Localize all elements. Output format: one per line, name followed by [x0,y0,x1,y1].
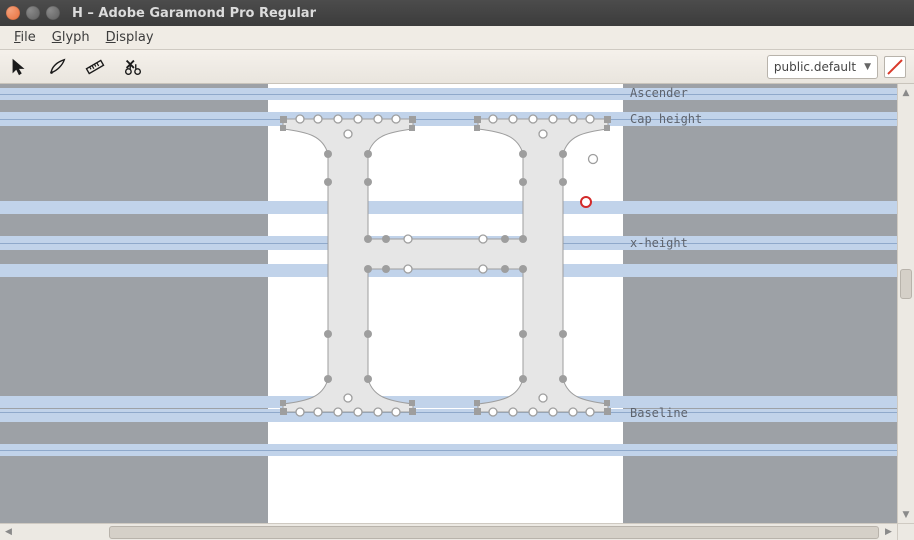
metric-line-descender [0,450,897,451]
stroke-swatch[interactable] [884,56,906,78]
metric-line-cap-height [0,119,897,120]
metric-line-xheight [0,243,897,244]
metric-band-mid [0,264,897,277]
scroll-right-arrow-icon[interactable]: ▶ [880,527,897,537]
pen-tool-icon[interactable] [46,56,68,78]
window-maximize-button[interactable] [46,6,60,20]
chevron-down-icon: ▼ [864,62,871,72]
window-minimize-button[interactable] [26,6,40,20]
window-close-button[interactable] [6,6,20,20]
horizontal-scroll-thumb[interactable] [109,526,879,539]
metric-line-baseline [0,412,897,413]
menu-glyph[interactable]: Glyph [44,28,98,47]
ruler-tool-icon[interactable] [84,56,106,78]
title-bar: H – Adobe Garamond Pro Regular [0,0,914,26]
glyph-artboard [268,84,623,523]
metric-band-baseline [0,409,897,422]
window-title: H – Adobe Garamond Pro Regular [72,6,316,21]
knife-tool-icon[interactable] [122,56,144,78]
menu-bar: File Glyph Display [0,26,914,50]
pointer-tool-icon[interactable] [8,56,30,78]
metric-band-xheight-upper [0,201,897,214]
toolbar: public.default ▼ [0,50,914,84]
vertical-scrollbar[interactable]: ▲ ▼ [897,84,914,523]
horizontal-scrollbar[interactable]: ◀ ▶ [0,523,914,540]
metric-label-cap-height: Cap height [630,112,702,126]
metric-label-xheight: x-height [630,236,688,250]
metric-band-baseline-upper [0,396,897,408]
metric-line-ascender [0,94,897,95]
layer-selector-label: public.default [774,60,856,74]
metric-label-baseline: Baseline [630,406,688,420]
metric-label-ascender: Ascender [630,86,688,100]
glyph-canvas[interactable]: Ascender Cap height x-height Baseline [0,84,914,523]
menu-display[interactable]: Display [98,28,162,47]
scroll-left-arrow-icon[interactable]: ◀ [0,527,17,537]
menu-file[interactable]: File [6,28,44,47]
layer-selector[interactable]: public.default ▼ [767,55,878,79]
scroll-down-arrow-icon[interactable]: ▼ [898,506,914,523]
scroll-corner [897,524,914,540]
horizontal-scroll-track[interactable] [17,526,880,539]
vertical-scroll-thumb[interactable] [900,269,912,299]
scroll-up-arrow-icon[interactable]: ▲ [898,84,914,101]
